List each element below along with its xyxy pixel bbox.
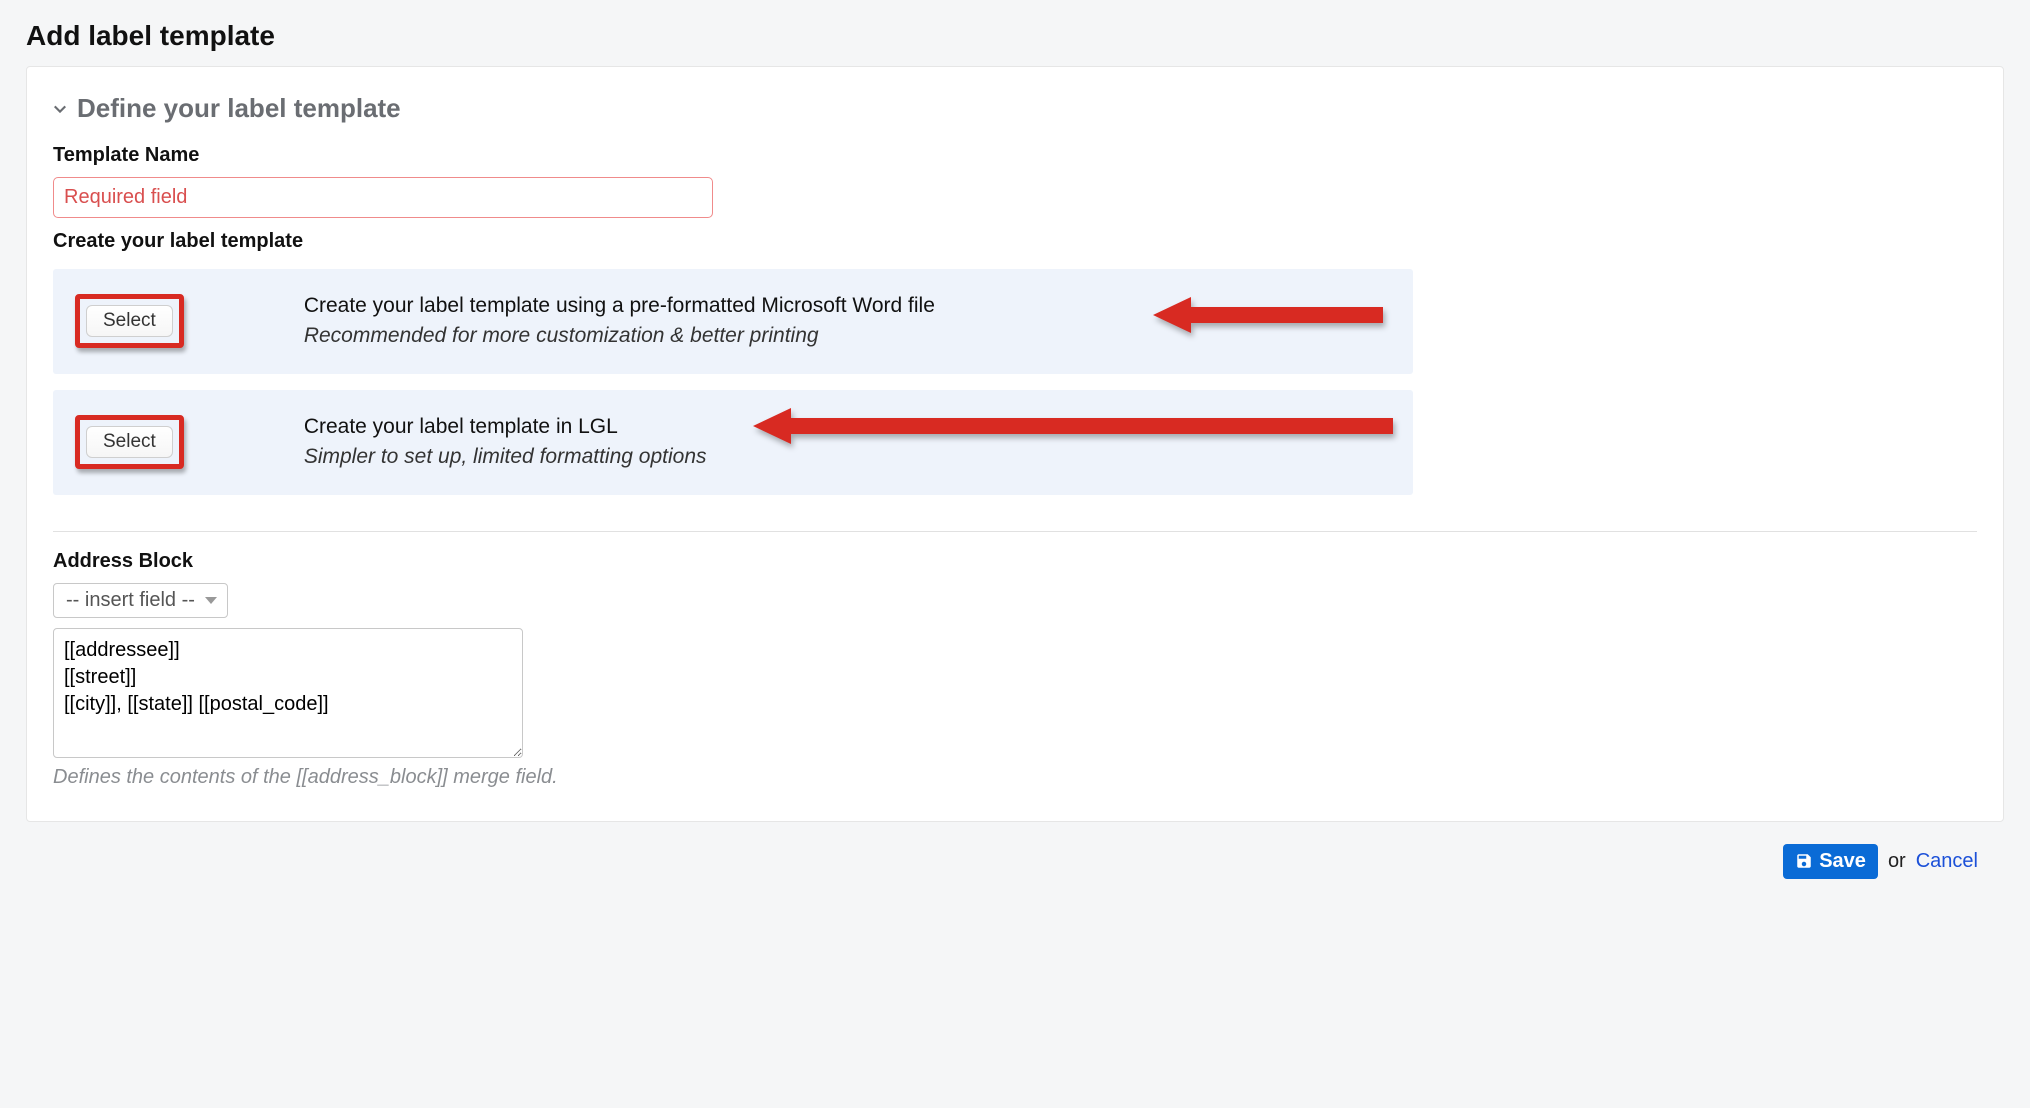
select-word-button[interactable]: Select (86, 305, 173, 337)
option-word-title: Create your label template using a pre-f… (304, 291, 935, 321)
template-name-input[interactable] (53, 177, 713, 218)
save-button[interactable]: Save (1783, 844, 1878, 879)
option-word-text: Create your label template using a pre-f… (304, 291, 935, 352)
select-lgl-button[interactable]: Select (86, 426, 173, 458)
chevron-down-icon (53, 102, 67, 116)
or-text: or (1888, 850, 1906, 873)
address-block-label: Address Block (53, 550, 1977, 573)
address-block-textarea[interactable] (53, 628, 523, 758)
option-card-word: Select Create your label template using … (53, 269, 1413, 374)
footer-bar: Save or Cancel (26, 822, 2004, 879)
option-lgl-text: Create your label template in LGL Simple… (304, 412, 707, 473)
divider (53, 531, 1977, 532)
cancel-link[interactable]: Cancel (1916, 850, 1978, 873)
annotation-highlight-box-2: Select (75, 415, 184, 469)
save-icon (1795, 852, 1813, 870)
insert-field-dropdown[interactable]: -- insert field -- (53, 583, 228, 618)
annotation-arrow-1 (1153, 293, 1383, 337)
annotation-highlight-box-1: Select (75, 294, 184, 348)
create-label: Create your label template (53, 230, 1977, 253)
option-word-subtitle: Recommended for more customization & bet… (304, 321, 935, 351)
caret-down-icon (205, 597, 217, 604)
main-panel: Define your label template Template Name… (26, 66, 2004, 822)
annotation-arrow-2 (753, 404, 1393, 448)
option-lgl-subtitle: Simpler to set up, limited formatting op… (304, 442, 707, 472)
address-block-help: Defines the contents of the [[address_bl… (53, 766, 1977, 789)
section-header[interactable]: Define your label template (53, 93, 1977, 124)
option-lgl-title: Create your label template in LGL (304, 412, 707, 442)
page-title: Add label template (26, 20, 2004, 52)
template-name-label: Template Name (53, 144, 1977, 167)
section-title: Define your label template (77, 93, 401, 124)
option-card-lgl: Select Create your label template in LGL… (53, 390, 1413, 495)
save-button-label: Save (1819, 850, 1866, 873)
insert-field-dropdown-label: -- insert field -- (66, 589, 195, 612)
